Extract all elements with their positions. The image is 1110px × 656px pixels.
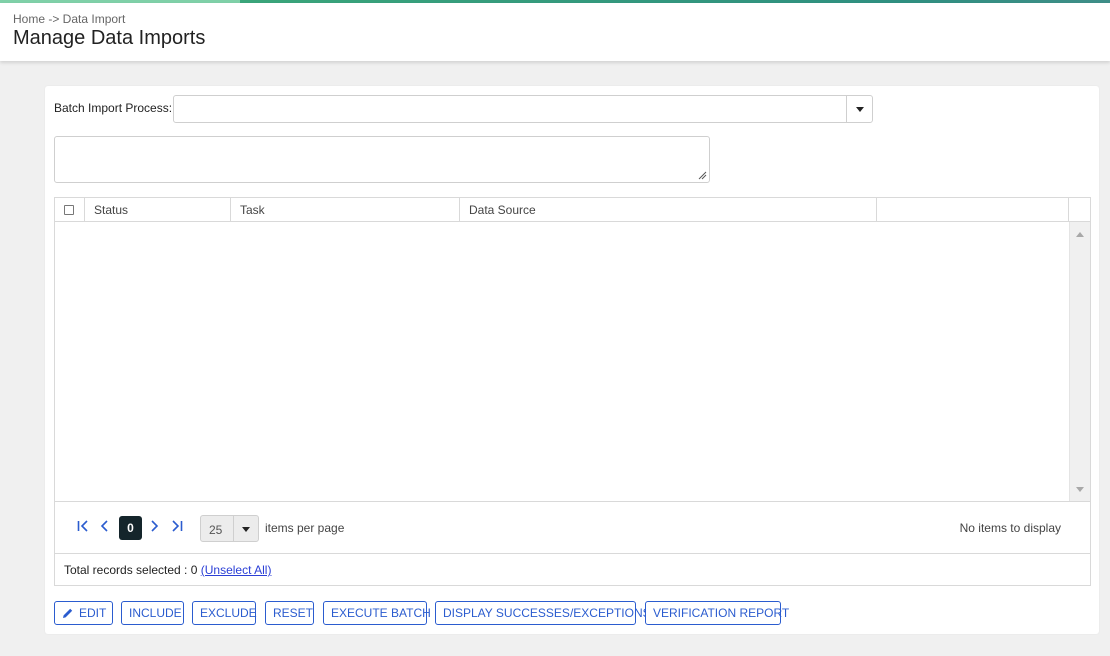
last-page-button[interactable] bbox=[168, 519, 186, 537]
batch-import-label: Batch Import Process: bbox=[54, 101, 173, 115]
vertical-scrollbar[interactable] bbox=[1069, 222, 1090, 501]
last-page-icon bbox=[172, 520, 183, 532]
batch-import-select[interactable] bbox=[173, 95, 873, 123]
column-header-task[interactable]: Task bbox=[231, 198, 460, 222]
verification-report-button[interactable]: VERIFICATION REPORT bbox=[645, 601, 789, 625]
data-grid: Status Task Data Source 0 25 items per p… bbox=[54, 197, 1091, 586]
page-title: Manage Data Imports bbox=[13, 27, 206, 49]
scroll-down-icon[interactable] bbox=[1076, 487, 1084, 492]
total-selected-label: Total records selected : 0 bbox=[64, 563, 198, 577]
chevron-down-icon bbox=[855, 107, 864, 112]
grid-body bbox=[55, 222, 1069, 501]
pager: 0 25 items per page No items to display bbox=[55, 501, 1090, 553]
notes-textarea[interactable] bbox=[54, 136, 710, 183]
chevron-left-icon bbox=[100, 520, 108, 532]
items-per-page-label: items per page bbox=[265, 521, 345, 535]
execute-batch-button[interactable]: EXECUTE BATCH bbox=[323, 601, 431, 625]
select-all-checkbox[interactable] bbox=[64, 205, 74, 215]
display-successes-exceptions-button[interactable]: DISPLAY SUCCESSES/EXCEPTIONS bbox=[435, 601, 651, 625]
no-items-message: No items to display bbox=[959, 521, 1061, 535]
main-card: Batch Import Process: Status Task Data S… bbox=[45, 86, 1099, 634]
first-page-icon bbox=[77, 520, 88, 532]
previous-page-button[interactable] bbox=[96, 519, 114, 537]
pencil-icon bbox=[63, 608, 73, 618]
first-page-button[interactable] bbox=[74, 519, 92, 537]
resize-handle-icon[interactable] bbox=[698, 171, 707, 180]
unselect-all-link[interactable]: (Unselect All) bbox=[201, 563, 272, 577]
page-size-dropdown-button[interactable] bbox=[233, 516, 258, 541]
batch-dropdown-button[interactable] bbox=[846, 96, 872, 122]
page-header: Home -> Data Import Manage Data Imports bbox=[0, 3, 1110, 61]
current-page-number[interactable]: 0 bbox=[119, 516, 142, 540]
breadcrumb[interactable]: Home -> Data Import bbox=[13, 12, 125, 26]
include-button[interactable]: INCLUDE bbox=[121, 601, 184, 625]
edit-button[interactable]: EDIT bbox=[54, 601, 113, 625]
column-header-extra[interactable] bbox=[877, 198, 1069, 222]
chevron-right-icon bbox=[151, 520, 159, 532]
scroll-up-icon[interactable] bbox=[1076, 232, 1084, 237]
column-header-status[interactable]: Status bbox=[85, 198, 231, 222]
next-page-button[interactable] bbox=[145, 519, 163, 537]
column-header-data-source[interactable]: Data Source bbox=[460, 198, 877, 222]
page-size-value: 25 bbox=[209, 523, 223, 537]
selection-summary: Total records selected : 0 (Unselect All… bbox=[55, 553, 1090, 585]
reset-button[interactable]: RESET bbox=[265, 601, 314, 625]
page-size-select[interactable]: 25 bbox=[200, 515, 259, 542]
chevron-down-icon bbox=[242, 526, 250, 532]
exclude-button[interactable]: EXCLUDE bbox=[192, 601, 257, 625]
header-select-cell bbox=[55, 198, 85, 222]
edit-button-label: EDIT bbox=[79, 606, 107, 620]
grid-header: Status Task Data Source bbox=[55, 198, 1090, 222]
